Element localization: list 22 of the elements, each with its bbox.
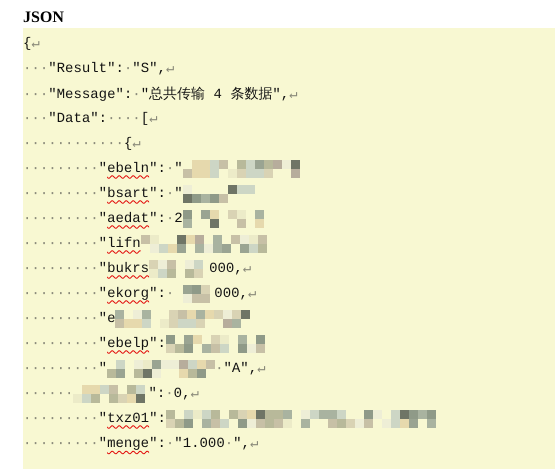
code-text: ·········"ekorg":· <box>23 286 174 302</box>
code-text: ·········"menge":·"1.000·",↵ <box>23 435 258 452</box>
code-text: ·········"aedat":·2 <box>23 210 183 226</box>
code-text: ·········"bsart":·" <box>23 186 183 202</box>
code-text: ···"Message":·"总共传输 4 条数据",↵ <box>23 86 298 102</box>
heading: JSON <box>23 8 65 28</box>
code-text: ·········" <box>23 360 108 376</box>
code-text: ·········"bukrs <box>23 260 150 276</box>
code-text: ·········"e <box>23 310 116 326</box>
code-text: ·········"lifn <box>23 236 141 252</box>
code-text: ···"Data":····[↵ <box>23 110 158 127</box>
code-text: ·········"ebeln":·" <box>23 160 183 176</box>
code-text: ":·0,↵ <box>148 385 199 402</box>
code-text: 000,↵ <box>214 285 256 302</box>
code-text: ·········"txz01": <box>23 410 166 426</box>
code-text: ···"Result":·"S",↵ <box>23 60 174 77</box>
code-text: ············{↵ <box>23 135 141 152</box>
code-text: ·········"ebelp": <box>23 336 166 352</box>
code-text: ·"A",↵ <box>215 360 266 377</box>
code-text: 000,↵ <box>209 260 252 277</box>
code-text: {↵ <box>23 35 40 52</box>
code-text: ······ <box>23 386 74 402</box>
